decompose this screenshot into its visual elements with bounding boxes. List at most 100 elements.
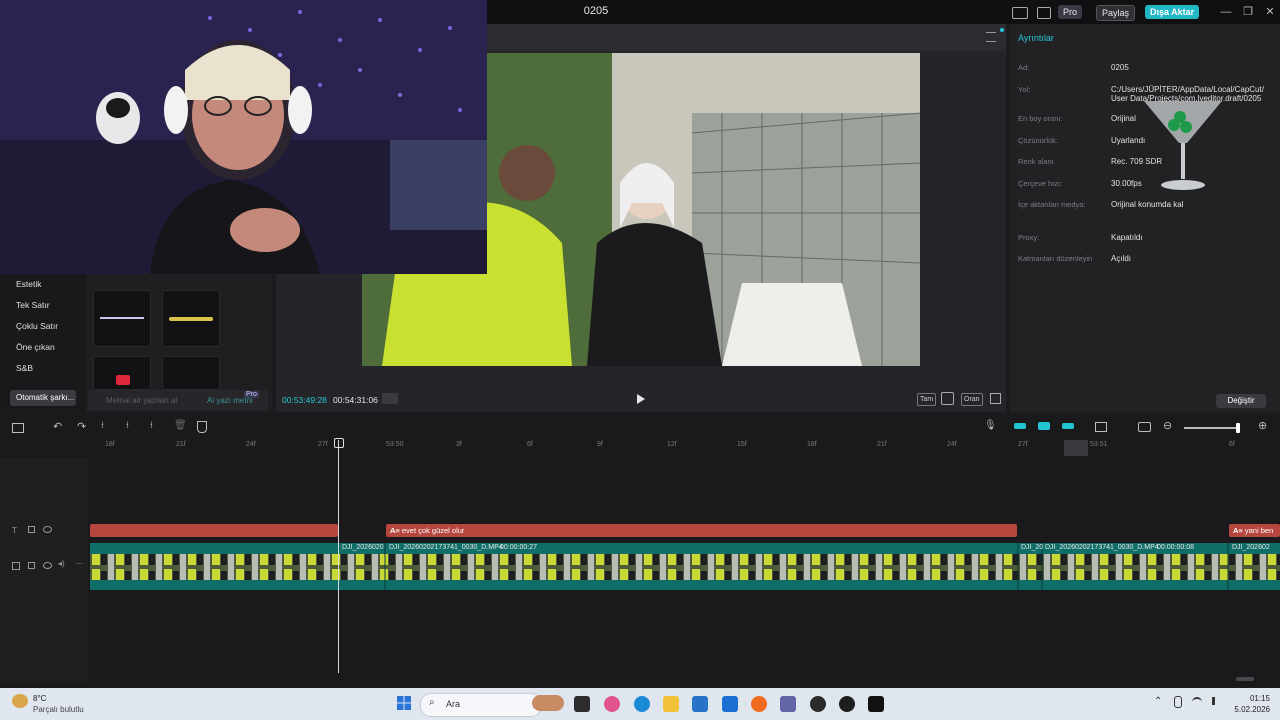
clock-date[interactable]: 5.02.2026 [1222,705,1270,714]
link-icon[interactable] [1014,423,1026,429]
video-track-icon [12,562,20,570]
text-template-tile[interactable] [93,356,151,390]
shield-icon[interactable] [197,421,207,433]
split-right-icon[interactable]: ⟊ [150,420,153,431]
capcut-icon[interactable] [868,696,884,712]
category-tek-satir[interactable]: Tek Satır [16,300,50,310]
eye-icon[interactable] [43,526,52,533]
split-left-icon[interactable]: ⟊ [126,420,129,431]
full-quality-button[interactable]: Tam [917,393,937,406]
undo-icon[interactable]: ↶ [53,420,62,433]
caption-icon[interactable] [1138,422,1151,432]
copilot-icon[interactable] [604,696,620,712]
detail-value-import: Orijinal konumda kal [1111,200,1184,209]
category-otomatik[interactable]: Otomatik şarkı... [10,390,76,406]
export-button[interactable]: Dışa Aktar [1145,5,1200,19]
eye-icon[interactable] [43,562,52,569]
current-timecode: 00:53:49:28 [282,395,327,405]
snapshot-icon[interactable] [941,392,954,405]
ruler-tick: 24f [246,441,256,448]
video-clip-duration: 00:00:00:27 [500,544,537,551]
close-button[interactable]: ✕ [1262,4,1278,20]
microphone-icon[interactable]: 🎙 [984,420,997,431]
wifi-icon[interactable] [1192,697,1202,707]
layout-icon[interactable] [1012,7,1028,19]
more-icon[interactable]: ⋯ [75,559,83,568]
text-clip[interactable]: A≡ yani ben [1229,524,1280,537]
snap-icon[interactable] [1062,423,1074,429]
volume-icon[interactable] [1212,697,1223,705]
webcam-overlay [0,0,487,274]
firefox-icon[interactable] [751,696,767,712]
fullscreen-icon[interactable] [990,393,1001,404]
teams-icon[interactable] [780,696,796,712]
taskbar-search-label: Ara [446,699,461,709]
weather-desc[interactable]: Parçalı bulutlu [33,705,84,714]
timeline-scrollbar[interactable] [1236,677,1254,681]
tray-chevron-icon[interactable]: ⌃ [1154,696,1162,707]
detail-label-layers: Katmanları düzenleyin [1018,254,1093,263]
detail-value-layers: Açıldı [1111,254,1132,263]
maximize-button[interactable]: ❐ [1240,4,1256,20]
edge-icon[interactable] [634,696,650,712]
ruler-tick: 12f [667,441,677,448]
weather-icon[interactable] [12,694,28,708]
select-tool-icon[interactable] [12,423,24,433]
preview-axis-icon[interactable] [1095,422,1107,432]
grid-icon[interactable] [382,393,398,404]
delete-icon[interactable]: 🗑 [174,420,187,431]
text-clip-label: yani ben [1244,526,1274,535]
zoom-in-icon[interactable]: ⊕ [1258,419,1267,432]
detail-value-proxy: Kapatıldı [1111,233,1143,242]
category-estetik[interactable]: Estetik [16,279,42,289]
zoom-slider-handle[interactable] [1236,423,1240,433]
zoom-out-icon[interactable]: ⊖ [1163,419,1172,432]
windows-start-icon[interactable] [397,696,411,710]
ruler-tick: 15f [737,441,747,448]
task-view-icon[interactable] [574,696,590,712]
video-clip-label: DJI_20260202173741_0030_D.MP4 [1045,544,1159,551]
text-template-tile[interactable] [162,290,220,347]
detail-label-proxy: Proxy: [1018,233,1040,242]
play-icon[interactable] [636,393,646,405]
taskbar-search[interactable] [420,693,542,717]
weather-temp[interactable]: 8°C [33,694,46,703]
split-icon[interactable]: ⟊ [101,420,104,431]
menu-icon[interactable] [1037,7,1051,19]
share-button[interactable]: Paylaş [1096,5,1136,21]
pro-badge[interactable]: Pro [1058,5,1083,19]
text-template-tile[interactable] [162,356,220,390]
text-template-tile[interactable] [93,290,151,347]
media-player-icon[interactable] [839,696,855,712]
playhead[interactable] [338,440,339,673]
marker-block[interactable] [1064,440,1088,456]
lock-icon[interactable] [28,562,35,569]
store-icon[interactable] [692,696,708,712]
category-sb[interactable]: S&B [16,363,33,373]
tab-details[interactable]: Ayrıntılar [1018,33,1054,43]
ratio-button[interactable]: Oran [961,393,983,406]
lock-icon[interactable] [28,526,35,533]
app-icon[interactable] [810,696,826,712]
redo-icon[interactable]: ↷ [77,420,86,433]
ruler-tick: 53:50 [386,441,404,448]
tray-mic-icon[interactable] [1174,696,1182,708]
outlook-icon[interactable] [722,696,738,712]
playhead-handle[interactable] [334,438,344,448]
clock-time[interactable]: 01:15 [1232,694,1270,703]
category-one-cikan[interactable]: Öne çıkan [16,342,55,352]
zoom-slider[interactable] [1184,427,1240,429]
video-clip-label: DJI_20 [1021,544,1044,551]
explorer-icon[interactable] [663,696,679,712]
change-button[interactable]: Değiştir [1216,394,1266,408]
text-clip[interactable]: A≡ evet çok güzel olur [386,524,1017,537]
category-coklu-satir[interactable]: Çoklu Satır [16,321,58,331]
video-clip-label: DJI_2026020 [342,544,384,551]
magnet-icon[interactable] [1038,422,1050,430]
player-menu-icon[interactable] [986,32,996,42]
minimize-button[interactable]: — [1218,4,1234,20]
detail-label-resolution: Çözünürlük: [1018,136,1059,145]
ruler-tick: 18f [807,441,817,448]
audio-icon[interactable]: ◂) [58,559,65,568]
text-clip[interactable] [90,524,338,537]
